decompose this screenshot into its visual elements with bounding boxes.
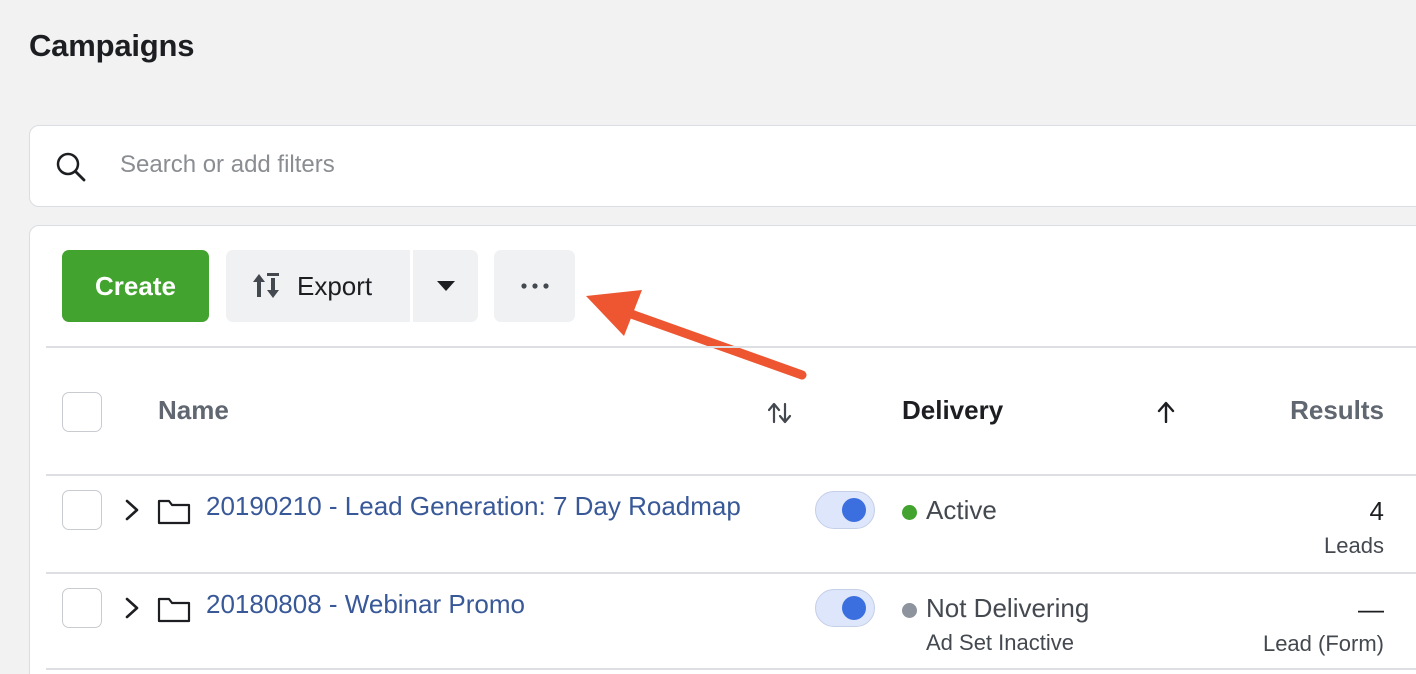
folder-icon <box>157 499 191 525</box>
campaign-toggle[interactable] <box>815 491 875 529</box>
row-checkbox[interactable] <box>62 588 102 628</box>
sort-up-down-icon[interactable] <box>768 402 792 424</box>
status-dot-inactive <box>902 603 917 618</box>
campaign-toggle[interactable] <box>815 589 875 627</box>
status-dot-active <box>902 505 917 520</box>
delivery-status: Active <box>926 495 997 525</box>
column-header-name[interactable]: Name <box>158 395 229 426</box>
chevron-right-icon[interactable] <box>122 498 142 522</box>
toolbar-divider <box>46 346 1416 348</box>
result-label: Lead (Form) <box>1262 631 1384 656</box>
result-value: — <box>1358 594 1384 624</box>
select-all-checkbox[interactable] <box>62 392 102 432</box>
row-divider <box>46 668 1416 670</box>
export-button-label: Export <box>297 270 373 301</box>
column-header-delivery[interactable]: Delivery <box>902 395 1003 426</box>
campaign-name-link[interactable]: 20190210 - Lead Generation: 7 Day Roadma… <box>206 491 741 522</box>
export-icon <box>253 273 279 298</box>
campaigns-page: Campaigns Create Export <box>0 0 1416 674</box>
search-icon <box>56 152 86 182</box>
folder-icon <box>157 597 191 623</box>
export-button[interactable]: Export <box>226 250 410 322</box>
toggle-knob <box>842 596 866 620</box>
annotation-arrow <box>586 290 807 380</box>
chevron-right-icon[interactable] <box>122 596 142 620</box>
sort-up-arrow-icon[interactable] <box>1156 401 1176 423</box>
page-title: Campaigns <box>29 28 195 63</box>
caret-down-icon <box>436 281 455 291</box>
campaign-name-link[interactable]: 20180808 - Webinar Promo <box>206 589 525 620</box>
create-button[interactable]: Create <box>62 250 209 322</box>
more-horizontal-icon <box>520 283 549 289</box>
header-divider <box>46 474 1416 476</box>
delivery-substatus: Ad Set Inactive <box>926 630 1074 655</box>
toggle-knob <box>842 498 866 522</box>
create-button-label: Create <box>95 270 176 301</box>
row-divider <box>46 572 1416 574</box>
row-checkbox[interactable] <box>62 490 102 530</box>
column-header-results[interactable]: Results <box>1290 395 1384 426</box>
export-dropdown-button[interactable] <box>413 250 478 322</box>
result-value: 4 <box>1369 496 1384 526</box>
delivery-status: Not Delivering <box>926 593 1090 623</box>
more-options-button[interactable] <box>494 250 575 322</box>
result-label: Leads <box>1324 533 1384 558</box>
search-input[interactable] <box>120 145 920 185</box>
